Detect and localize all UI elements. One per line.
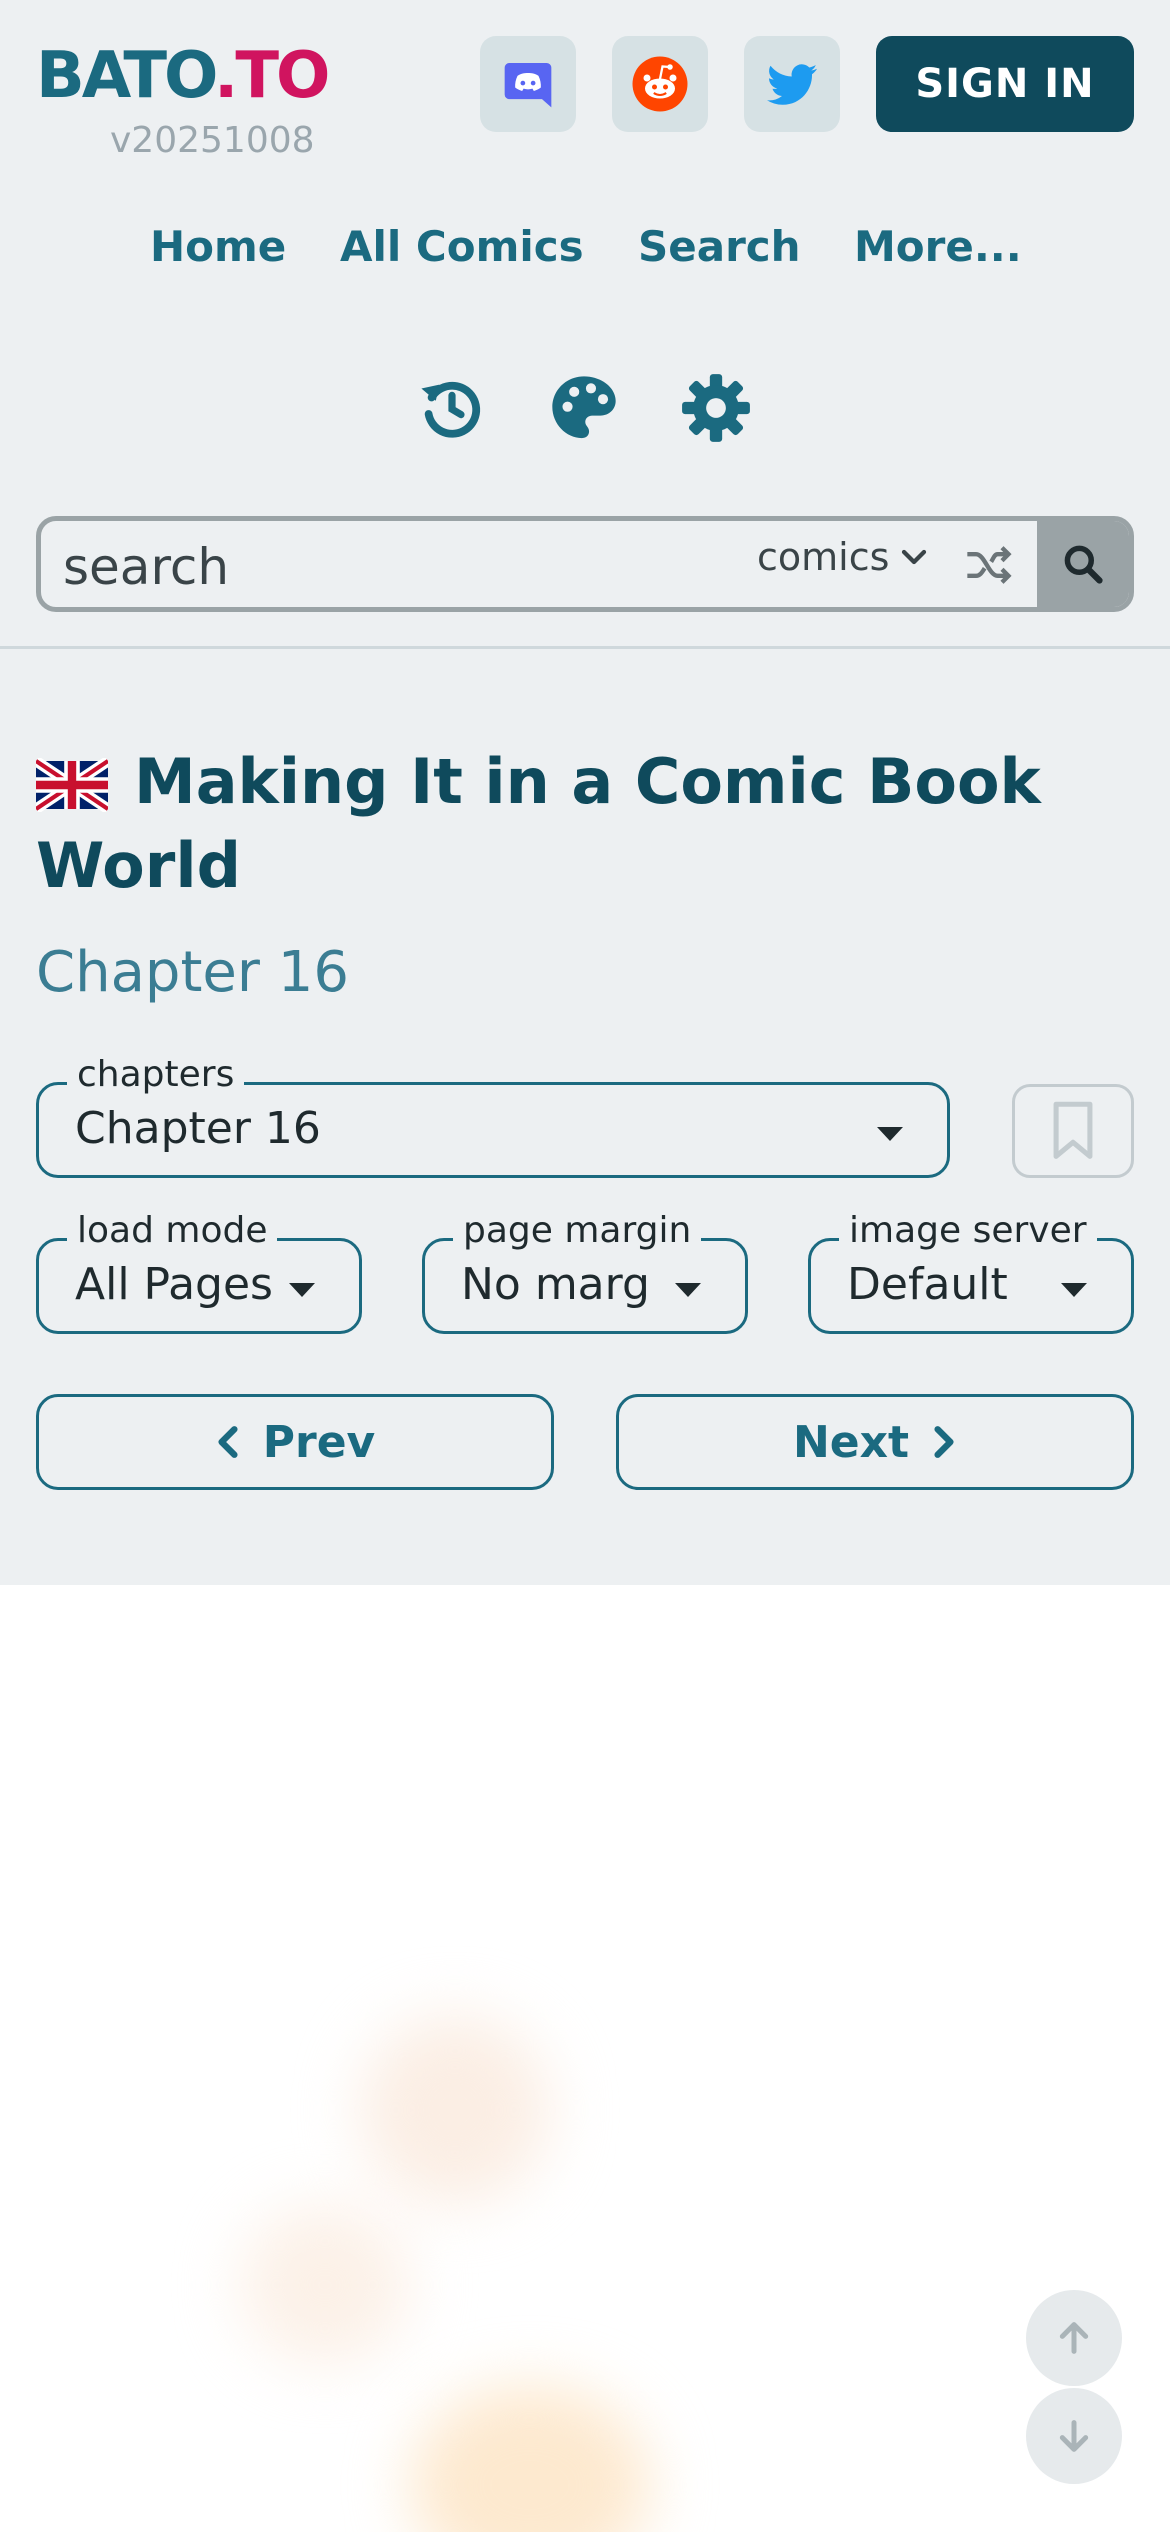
header-divider: [0, 646, 1170, 649]
caret-down-icon: [675, 1283, 701, 1297]
load-mode-legend: load mode: [67, 1209, 278, 1253]
search-bar: comics: [36, 516, 1134, 612]
comic-page-image: [0, 1585, 1170, 2532]
page-margin-legend: page margin: [453, 1209, 702, 1253]
palette-icon: [552, 376, 616, 439]
history-icon: [421, 381, 481, 438]
image-blur-shape: [410, 2385, 650, 2532]
chapters-legend: chapters: [67, 1053, 245, 1097]
reddit-icon: [632, 56, 688, 112]
chapter-heading: Chapter 16: [36, 940, 349, 1005]
page-margin-select[interactable]: page margin No margin: [422, 1209, 748, 1334]
sign-in-button[interactable]: SIGN IN: [876, 36, 1134, 132]
search-icon: [1064, 545, 1103, 584]
gear-icon: [682, 374, 750, 442]
nav-search[interactable]: Search: [638, 222, 801, 271]
chapters-value: Chapter 16: [75, 1103, 321, 1154]
scroll-bottom-button[interactable]: [1026, 2388, 1122, 2484]
chevron-right-icon: [934, 1426, 954, 1458]
image-blur-shape: [360, 2015, 550, 2205]
site-logo[interactable]: BATO.TO: [36, 36, 330, 116]
image-server-legend: image server: [839, 1209, 1097, 1253]
scroll-top-button[interactable]: [1026, 2290, 1122, 2386]
version-label: v20251008: [110, 120, 315, 161]
settings-button[interactable]: [676, 368, 756, 448]
twitter-icon: [767, 64, 817, 105]
comic-title[interactable]: Making It in a Comic Book World: [36, 740, 1126, 908]
theme-button[interactable]: [544, 368, 624, 448]
image-server-value: Default: [847, 1259, 1008, 1310]
arrow-up-icon: [1059, 2322, 1089, 2354]
page-margin-value: No margin: [461, 1259, 649, 1310]
chapters-select[interactable]: chapters Chapter 16: [36, 1053, 950, 1178]
history-button[interactable]: [412, 368, 492, 448]
nav-all-comics[interactable]: All Comics: [340, 222, 584, 271]
search-scope-label: comics: [757, 535, 890, 579]
logo-suffix: .TO: [214, 39, 330, 113]
image-blur-shape: [240, 2205, 410, 2365]
caret-down-icon: [1061, 1283, 1087, 1297]
next-chapter-button[interactable]: Next: [616, 1394, 1134, 1490]
prev-chapter-button[interactable]: Prev: [36, 1394, 554, 1490]
bookmark-icon: [1053, 1101, 1093, 1159]
twitter-button[interactable]: [744, 36, 840, 132]
search-input[interactable]: [61, 531, 705, 603]
shuffle-icon: [967, 546, 1012, 584]
search-button[interactable]: [1037, 521, 1129, 607]
bookmark-button[interactable]: [1012, 1084, 1134, 1178]
nav-home[interactable]: Home: [150, 222, 286, 271]
image-server-select[interactable]: image server Default: [808, 1209, 1134, 1334]
search-scope-select[interactable]: comics: [757, 535, 929, 579]
reddit-button[interactable]: [612, 36, 708, 132]
discord-button[interactable]: [480, 36, 576, 132]
load-mode-select[interactable]: load mode All Pages: [36, 1209, 362, 1334]
load-mode-value: All Pages: [75, 1259, 273, 1310]
nav-more[interactable]: More...: [854, 222, 1022, 271]
caret-down-icon: [877, 1127, 903, 1141]
chevron-left-icon: [218, 1426, 238, 1458]
next-label: Next: [792, 1416, 910, 1468]
logo-text: BATO: [36, 39, 217, 113]
caret-down-icon: [289, 1283, 315, 1297]
discord-icon: [504, 63, 552, 108]
prev-label: Prev: [262, 1416, 376, 1468]
arrow-down-icon: [1059, 2420, 1089, 2452]
chevron-down-icon: [902, 549, 927, 565]
random-button[interactable]: [961, 539, 1017, 591]
